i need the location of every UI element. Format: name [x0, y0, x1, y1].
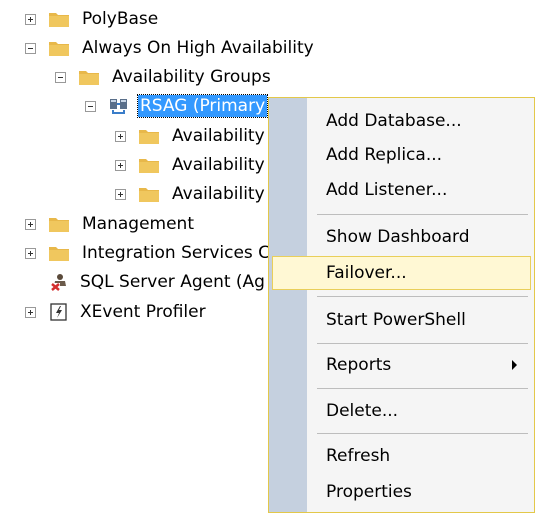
- expand-icon[interactable]: [25, 218, 36, 230]
- tree-node-label: Availability: [172, 155, 265, 175]
- menu-item-label: Add Replica...: [326, 145, 443, 165]
- menu-item-properties[interactable]: Properties: [272, 475, 531, 509]
- menu-item-label: Refresh: [326, 446, 391, 466]
- menu-item-start-powershell[interactable]: Start PowerShell: [272, 303, 531, 337]
- tree-node-label: Always On High Availability: [82, 38, 314, 58]
- menu-item-refresh[interactable]: Refresh: [272, 439, 531, 473]
- folder-icon: [139, 130, 159, 144]
- menu-item-add-listener[interactable]: Add Listener...: [272, 173, 531, 207]
- menu-item-label: Properties: [326, 482, 412, 502]
- tree-node-management[interactable]: Management: [25, 209, 196, 239]
- menu-item-reports[interactable]: Reports: [272, 348, 531, 382]
- folder-icon: [49, 218, 69, 232]
- availability-group-icon: [110, 99, 127, 114]
- tree-node-label: Availability: [172, 126, 265, 146]
- tree-node-availability-replicas[interactable]: Availability: [115, 121, 267, 151]
- folder-icon: [49, 13, 69, 27]
- tree-node-label: PolyBase: [82, 9, 159, 29]
- folder-icon: [79, 71, 99, 85]
- menu-separator: [317, 388, 528, 389]
- collapse-icon[interactable]: [55, 71, 66, 83]
- tree-node-availability-listeners[interactable]: Availability: [115, 179, 267, 209]
- tree-node-availability-databases[interactable]: Availability: [115, 150, 267, 180]
- menu-item-label: Add Database...: [326, 111, 462, 131]
- collapse-icon[interactable]: [85, 100, 96, 112]
- expand-icon[interactable]: [25, 13, 36, 25]
- menu-separator: [317, 343, 528, 344]
- folder-icon: [49, 42, 69, 56]
- menu-separator: [317, 214, 528, 215]
- xevent-profiler-icon: [50, 303, 67, 321]
- tree-node-label: SQL Server Agent (Ag: [80, 272, 265, 292]
- tree-node-rsag[interactable]: RSAG (Primary: [85, 91, 269, 121]
- menu-item-add-database[interactable]: Add Database...: [272, 104, 531, 138]
- tree-node-label: Availability: [172, 184, 265, 204]
- menu-item-label: Add Listener...: [326, 180, 448, 200]
- menu-item-label: Reports: [326, 355, 392, 375]
- menu-item-delete[interactable]: Delete...: [272, 394, 531, 428]
- tree-node-xevent-profiler[interactable]: XEvent Profiler: [25, 297, 208, 327]
- tree-node-integration-services[interactable]: Integration Services C: [25, 238, 272, 268]
- folder-icon: [139, 159, 159, 173]
- menu-item-label: Start PowerShell: [326, 310, 466, 330]
- menu-item-add-replica[interactable]: Add Replica...: [272, 138, 531, 172]
- expand-icon[interactable]: [115, 188, 126, 200]
- menu-item-label: Delete...: [326, 401, 399, 421]
- menu-item-label: Failover...: [326, 263, 407, 283]
- submenu-arrow-icon: [512, 360, 517, 370]
- tree-node-label: XEvent Profiler: [80, 302, 206, 322]
- expand-icon[interactable]: [115, 130, 126, 142]
- tree-node-label: RSAG (Primary: [136, 94, 269, 118]
- folder-icon: [49, 247, 69, 261]
- collapse-icon[interactable]: [25, 42, 36, 54]
- tree-node-always-on[interactable]: Always On High Availability: [25, 33, 316, 63]
- tree-node-polybase[interactable]: PolyBase: [25, 4, 160, 34]
- tree-node-sql-server-agent[interactable]: SQL Server Agent (Ag: [25, 267, 267, 297]
- menu-separator: [317, 296, 528, 297]
- folder-icon: [139, 188, 159, 202]
- expand-icon[interactable]: [25, 306, 36, 318]
- menu-separator: [317, 433, 528, 434]
- tree-node-label: Management: [82, 214, 194, 234]
- tree-node-label: Availability Groups: [112, 67, 271, 87]
- menu-item-show-dashboard[interactable]: Show Dashboard: [272, 220, 531, 254]
- menu-item-failover[interactable]: Failover...: [272, 256, 531, 290]
- tree-node-label: Integration Services C: [82, 243, 271, 263]
- expand-icon[interactable]: [25, 247, 36, 259]
- tree-node-availability-groups[interactable]: Availability Groups: [55, 62, 273, 92]
- context-menu: Add Database... Add Replica... Add Liste…: [268, 97, 535, 513]
- sql-agent-stopped-icon: [51, 274, 66, 291]
- menu-item-label: Show Dashboard: [326, 227, 470, 247]
- expand-icon[interactable]: [115, 159, 126, 171]
